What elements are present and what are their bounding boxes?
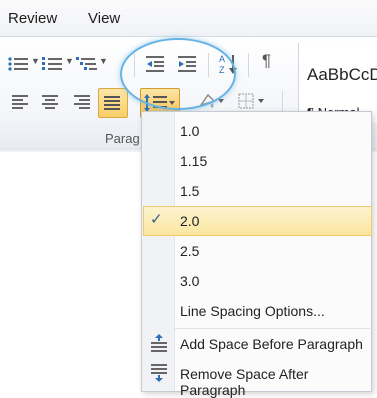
multilevel-list-icon[interactable] — [76, 56, 98, 72]
ribbon-separator — [248, 53, 249, 77]
menu-view[interactable]: View — [88, 10, 120, 27]
add-space-before-paragraph[interactable]: Add Space Before Paragraph — [180, 336, 363, 352]
line-spacing-menu: ✓ 1.0 1.15 1.5 2.0 2.5 3.0 Line Spacing … — [141, 111, 372, 398]
option-2-0[interactable]: 2.0 — [180, 213, 199, 229]
paragraph-group-label: Parag — [105, 131, 140, 146]
align-right-icon[interactable] — [74, 95, 92, 109]
line-spacing-options[interactable]: Line Spacing Options... — [180, 303, 325, 319]
remove-space-after-icon — [151, 364, 167, 382]
check-icon: ✓ — [150, 211, 163, 228]
selected-option-highlight — [143, 206, 372, 236]
align-center-icon[interactable] — [42, 95, 60, 109]
add-space-before-icon — [151, 334, 167, 352]
remove-space-after-paragraph[interactable]: Remove Space After Paragraph — [180, 366, 371, 398]
justify-button[interactable] — [98, 88, 128, 118]
option-3-0[interactable]: 3.0 — [180, 273, 199, 289]
bullets-dropdown-icon[interactable]: ▼ — [31, 56, 40, 66]
menu-separator — [174, 328, 370, 329]
style-sample-text: AaBbCcDc — [307, 65, 377, 84]
option-2-5[interactable]: 2.5 — [180, 243, 199, 259]
bullets-icon[interactable] — [8, 56, 30, 72]
option-1-5[interactable]: 1.5 — [180, 183, 199, 199]
numbering-icon[interactable] — [42, 56, 64, 72]
numbering-dropdown-icon[interactable]: ▼ — [65, 56, 74, 66]
justify-icon — [104, 96, 120, 110]
menu-review[interactable]: Review — [8, 10, 57, 27]
borders-icon[interactable] — [238, 93, 268, 109]
show-hide-marks-icon[interactable]: ¶ — [262, 51, 271, 71]
menu-bar: Review View — [0, 0, 377, 36]
highlight-ring — [120, 38, 236, 110]
option-1-15[interactable]: 1.15 — [180, 153, 207, 169]
multilevel-dropdown-icon[interactable]: ▼ — [99, 56, 108, 66]
align-left-icon[interactable] — [12, 95, 30, 109]
option-1-0[interactable]: 1.0 — [180, 123, 199, 139]
